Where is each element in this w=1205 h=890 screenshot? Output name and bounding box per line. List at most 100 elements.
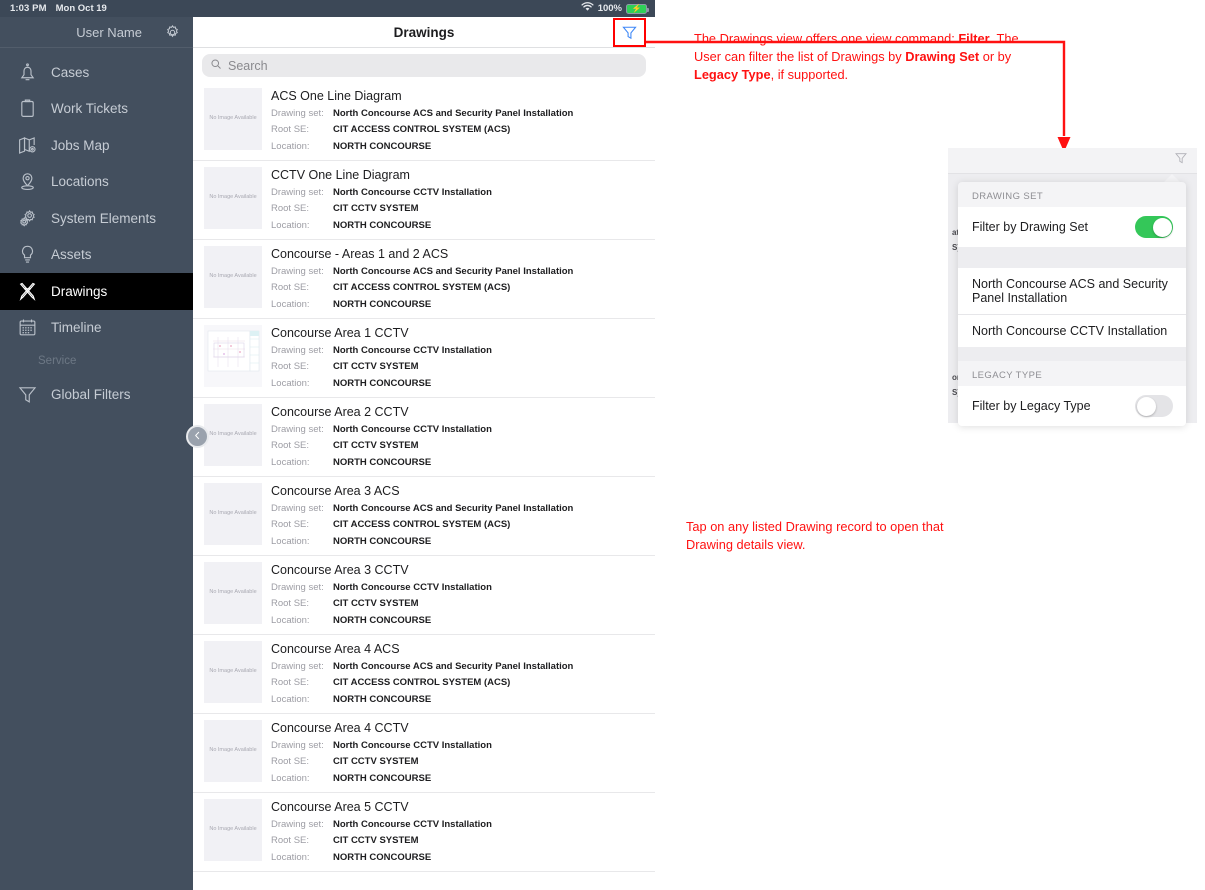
field-value: North Concourse CCTV Installation bbox=[333, 818, 492, 830]
pane-header: Drawings bbox=[193, 17, 655, 48]
filter-popover-backdrop-header bbox=[948, 148, 1197, 174]
filter-popover: DRAWING SET Filter by Drawing Set North … bbox=[958, 182, 1186, 426]
drawing-list-item[interactable]: Concourse Area 1 CCTV Drawing set: North C… bbox=[193, 319, 655, 398]
gears-icon bbox=[17, 208, 38, 229]
drawing-item-title: Concourse Area 2 CCTV bbox=[271, 404, 409, 419]
field-label: Location: bbox=[271, 535, 310, 547]
toggle-knob bbox=[1152, 217, 1172, 237]
sidebar-item-label: Work Tickets bbox=[51, 101, 129, 117]
annotation-filter-note: The Drawings view offers one view comman… bbox=[694, 30, 1024, 84]
drawing-item-field-location: Location: NORTH CONCOURSE bbox=[271, 613, 645, 629]
no-image-placeholder: No Image Available bbox=[204, 482, 262, 545]
filter-by-drawing-set-row[interactable]: Filter by Drawing Set bbox=[958, 207, 1186, 247]
sidebar-item-system-elements[interactable]: System Elements bbox=[0, 200, 193, 237]
sidebar-item-cases[interactable]: Cases bbox=[0, 54, 193, 91]
field-value: NORTH CONCOURSE bbox=[333, 377, 432, 389]
ipad-device-frame: 1:03 PM Mon Oct 19 100% ⚡ User Name Case… bbox=[0, 0, 655, 890]
field-label: Drawing set: bbox=[271, 581, 324, 593]
drawing-set-option-row[interactable]: North Concourse CCTV Installation bbox=[958, 314, 1186, 347]
wifi-icon bbox=[581, 2, 594, 15]
filter-by-legacy-type-toggle[interactable] bbox=[1135, 395, 1173, 417]
drawing-item-field-drawing-set: Drawing set: North Concourse ACS and Secu… bbox=[271, 106, 645, 122]
screenshot-root: 1:03 PM Mon Oct 19 100% ⚡ User Name Case… bbox=[0, 0, 1205, 890]
drawing-item-field-location: Location: NORTH CONCOURSE bbox=[271, 218, 645, 234]
chevron-left-circle-icon bbox=[192, 428, 203, 446]
drawing-list-item[interactable]: No Image Available Concourse Area 3 ACS Dr… bbox=[193, 477, 655, 556]
field-label: Root SE: bbox=[271, 677, 310, 689]
sidebar-item-label: Timeline bbox=[51, 320, 102, 336]
drawing-item-field-location: Location: NORTH CONCOURSE bbox=[271, 297, 645, 313]
annotation-text: , if supported. bbox=[770, 67, 849, 83]
field-value: CIT ACCESS CONTROL SYSTEM (ACS) bbox=[333, 677, 511, 689]
drawing-list-item[interactable]: No Image Available Concourse Area 4 CCTV D… bbox=[193, 714, 655, 793]
field-value: CIT CCTV SYSTEM bbox=[333, 598, 419, 610]
drawing-list-item[interactable]: No Image Available ACS One Line Diagram Dr… bbox=[193, 82, 655, 161]
no-image-placeholder: No Image Available bbox=[204, 88, 262, 150]
sidebar-item-timeline[interactable]: Timeline bbox=[0, 310, 193, 347]
drawing-item-field-location: Location: NORTH CONCOURSE bbox=[271, 376, 645, 392]
drawing-list-item[interactable]: No Image Available Concourse Area 3 CCTV D… bbox=[193, 556, 655, 635]
drawing-list-item[interactable]: No Image Available CCTV One Line Diagram D… bbox=[193, 161, 655, 240]
sidebar-item-label: Cases bbox=[51, 64, 90, 80]
field-label: Location: bbox=[271, 851, 310, 863]
drawing-item-title: Concourse - Areas 1 and 2 ACS bbox=[271, 246, 449, 261]
filter-button[interactable] bbox=[617, 20, 642, 45]
sidebar-item-assets[interactable]: Assets bbox=[0, 237, 193, 274]
status-bar-date: Mon Oct 19 bbox=[55, 3, 107, 14]
sidebar-item-jobs-map[interactable]: Jobs Map bbox=[0, 127, 193, 164]
drawing-thumbnail bbox=[204, 324, 262, 387]
drawing-item-field-root-se: Root SE: CIT ACCESS CONTROL SYSTEM (ACS) bbox=[271, 517, 645, 533]
field-label: Root SE: bbox=[271, 124, 310, 136]
status-bar-indicators: 100% ⚡ bbox=[581, 2, 649, 15]
field-value: NORTH CONCOURSE bbox=[333, 772, 432, 784]
drawing-item-body: CCTV One Line Diagram Drawing set: North C… bbox=[271, 167, 645, 234]
drawings-list: No Image Available ACS One Line Diagram Dr… bbox=[193, 82, 655, 872]
field-label: Root SE: bbox=[271, 282, 310, 294]
drawing-item-body: Concourse Area 2 CCTV Drawing set: North C… bbox=[271, 404, 645, 471]
filter-by-legacy-type-row[interactable]: Filter by Legacy Type bbox=[958, 386, 1186, 426]
drawing-item-field-root-se: Root SE: CIT ACCESS CONTROL SYSTEM (ACS) bbox=[271, 280, 645, 296]
field-label: Drawing set: bbox=[271, 108, 324, 119]
gear-icon[interactable] bbox=[164, 24, 181, 41]
field-label: Location: bbox=[271, 456, 310, 468]
drawing-list-item[interactable]: No Image Available Concourse Area 2 CCTV D… bbox=[193, 398, 655, 477]
legacy-type-section-header: LEGACY TYPE bbox=[972, 370, 1043, 381]
drawing-set-option-label: North Concourse ACS and Security Panel I… bbox=[972, 277, 1168, 305]
drawing-set-option-row[interactable]: North Concourse ACS and Security Panel I… bbox=[958, 268, 1186, 314]
drawing-item-title: Concourse Area 4 CCTV bbox=[271, 720, 409, 735]
drawing-item-title: ACS One Line Diagram bbox=[271, 89, 402, 103]
bell-icon bbox=[17, 62, 38, 83]
no-image-placeholder: No Image Available bbox=[204, 166, 262, 229]
status-bar-time: 1:03 PM bbox=[10, 3, 47, 14]
drawing-item-field-root-se: Root SE: CIT CCTV SYSTEM bbox=[271, 438, 645, 454]
sidebar-item-label: System Elements bbox=[51, 210, 157, 226]
sidebar-item-label: Drawings bbox=[51, 283, 108, 299]
annotation-bold: Legacy Type bbox=[694, 67, 771, 83]
sidebar-collapse-button[interactable] bbox=[186, 425, 209, 448]
field-value: NORTH CONCOURSE bbox=[333, 851, 432, 863]
field-label: Location: bbox=[271, 219, 310, 231]
field-value: North Concourse ACS and Security Panel I… bbox=[333, 265, 574, 277]
sidebar-item-locations[interactable]: Locations bbox=[0, 164, 193, 201]
sidebar-item-global-filters[interactable]: Global Filters bbox=[0, 376, 193, 413]
field-value: North Concourse CCTV Installation bbox=[333, 186, 492, 198]
drawing-item-field-drawing-set: Drawing set: North Concourse ACS and Secu… bbox=[271, 659, 645, 675]
search-placeholder: Search bbox=[228, 58, 268, 73]
search-input[interactable]: Search bbox=[202, 54, 646, 77]
sidebar-item-work-tickets[interactable]: Work Tickets bbox=[0, 91, 193, 128]
drawing-item-field-drawing-set: Drawing set: North Concourse CCTV Install… bbox=[271, 343, 645, 359]
status-bar: 1:03 PM Mon Oct 19 100% ⚡ bbox=[0, 0, 655, 17]
drawing-item-field-root-se: Root SE: CIT ACCESS CONTROL SYSTEM (ACS) bbox=[271, 122, 645, 138]
no-image-placeholder: No Image Available bbox=[204, 640, 262, 703]
sidebar-item-drawings[interactable]: Drawings bbox=[0, 273, 193, 310]
drawing-set-section-header: DRAWING SET bbox=[972, 191, 1044, 202]
field-label: Root SE: bbox=[271, 440, 310, 452]
field-label: Location: bbox=[271, 140, 310, 152]
drawing-list-item[interactable]: No Image Available Concourse Area 5 CCTV D… bbox=[193, 793, 655, 872]
field-label: Drawing set: bbox=[271, 344, 324, 356]
drawing-list-item[interactable]: No Image Available Concourse - Areas 1 an… bbox=[193, 240, 655, 319]
drawing-list-item[interactable]: No Image Available Concourse Area 4 ACS Dr… bbox=[193, 635, 655, 714]
field-value: NORTH CONCOURSE bbox=[333, 140, 432, 152]
field-label: Root SE: bbox=[271, 361, 310, 373]
filter-by-drawing-set-toggle[interactable] bbox=[1135, 216, 1173, 238]
